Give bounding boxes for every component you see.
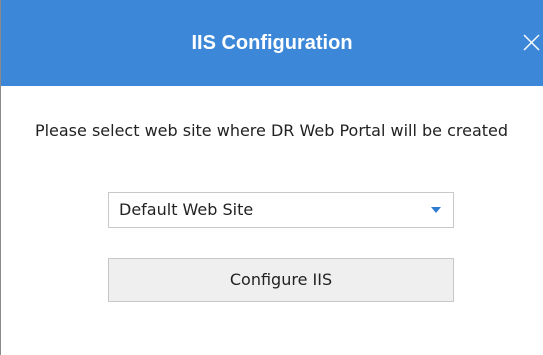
instruction-text: Please select web site where DR Web Port… bbox=[34, 121, 509, 140]
iis-configuration-dialog: IIS Configuration Please select web site… bbox=[0, 0, 543, 355]
dialog-title: IIS Configuration bbox=[191, 32, 353, 54]
dropdown-arrow-icon bbox=[431, 207, 441, 213]
website-select[interactable]: Default Web Site bbox=[108, 192, 454, 228]
titlebar: IIS Configuration bbox=[1, 0, 543, 86]
close-button[interactable] bbox=[515, 27, 543, 57]
website-select-value: Default Web Site bbox=[119, 200, 254, 219]
configure-iis-button[interactable]: Configure IIS bbox=[108, 258, 454, 302]
close-icon bbox=[515, 27, 543, 57]
